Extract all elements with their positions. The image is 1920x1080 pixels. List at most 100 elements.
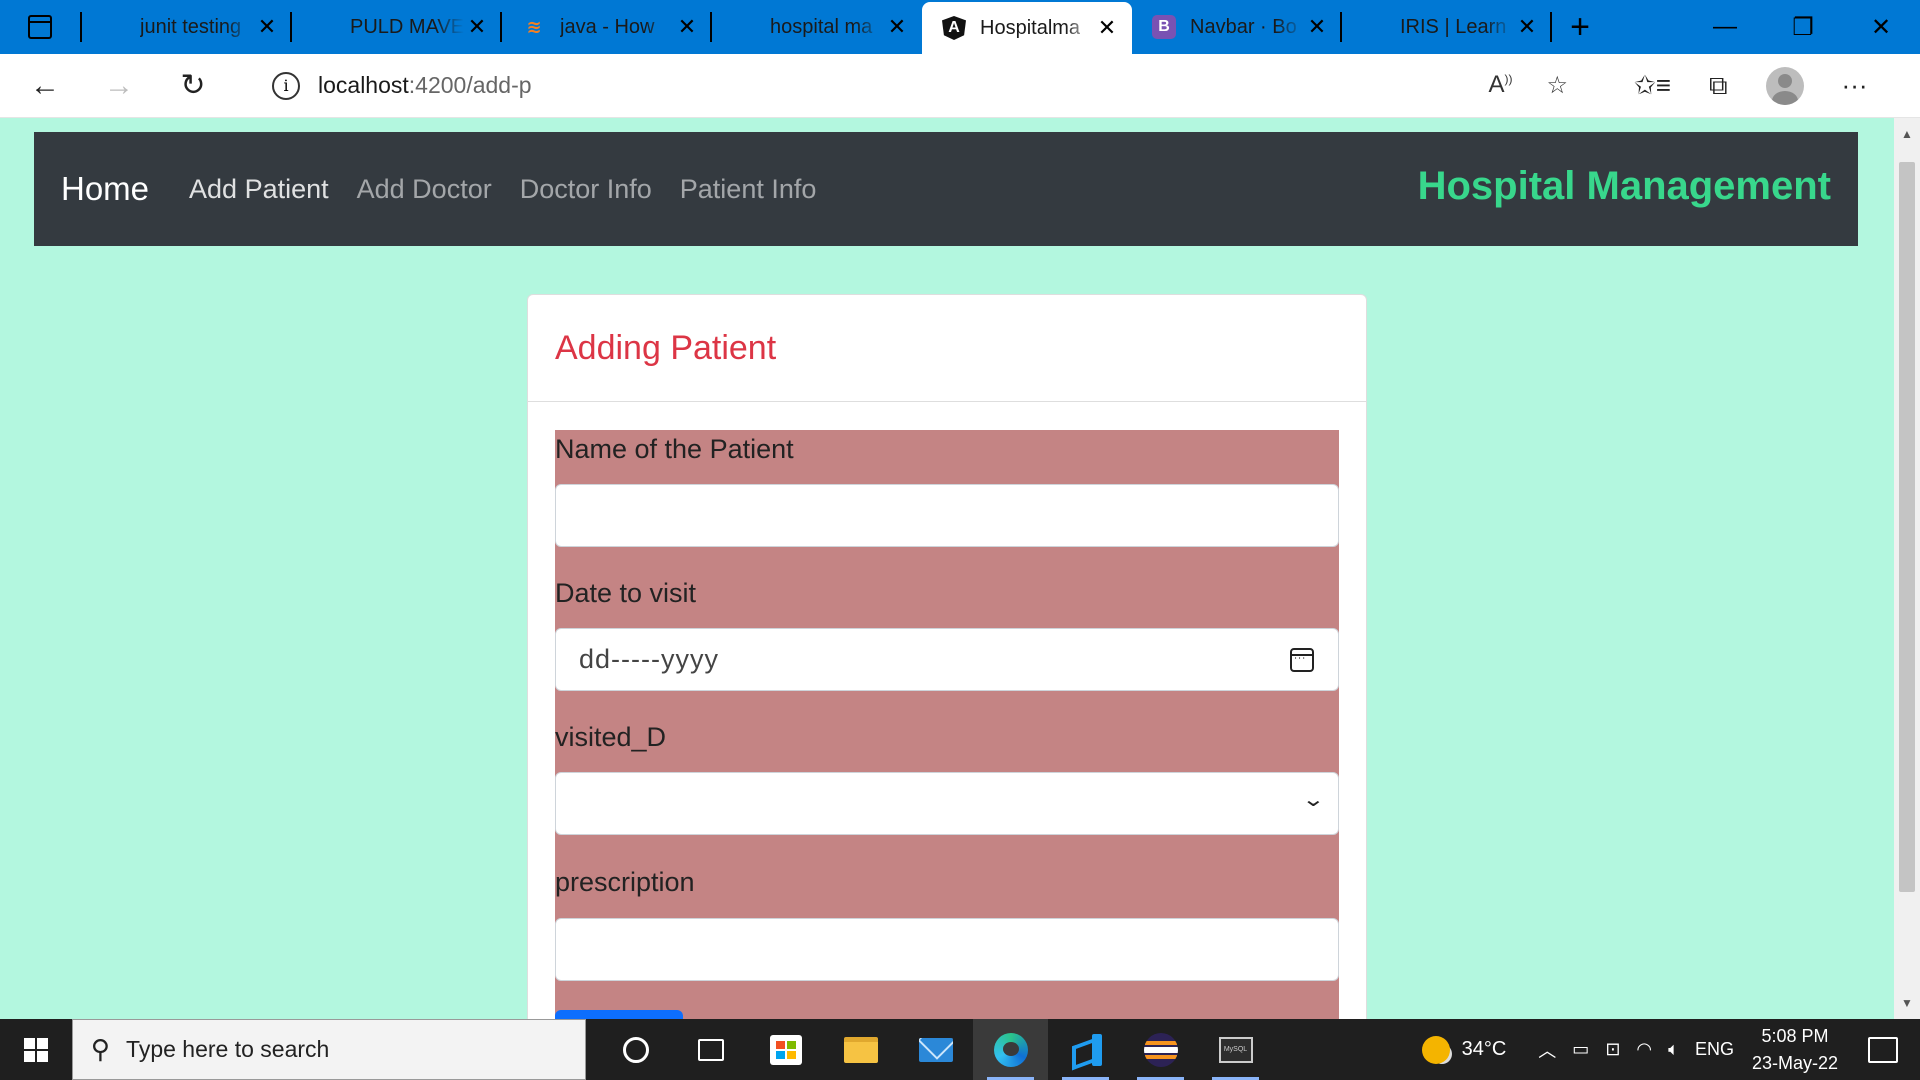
scrollbar-thumb[interactable] <box>1899 162 1915 892</box>
restore-button[interactable]: ❐ <box>1764 0 1842 54</box>
back-button[interactable]: ← <box>16 64 74 108</box>
weather-icon[interactable] <box>1421 1035 1450 1064</box>
close-tab-icon[interactable]: ✕ <box>1094 15 1120 41</box>
system-tray: 34°C ︿ ▭ ⊡ ◠ 🔈︎ ENG 5:08 PM 23-May-22 <box>1421 1023 1920 1077</box>
nav-link-add-doctor[interactable]: Add Doctor <box>357 174 492 205</box>
cortana-button[interactable] <box>598 1019 673 1080</box>
tab-favicon-icon <box>102 15 126 39</box>
vscode-button[interactable] <box>1048 1019 1123 1080</box>
tab-title: PULD MAVEN <box>350 15 464 38</box>
chevron-down-icon: ⌄ <box>1301 789 1326 811</box>
device-icon[interactable]: ⊡ <box>1605 1039 1620 1060</box>
show-hidden-icons-chevron-icon[interactable]: ︿ <box>1538 1037 1556 1063</box>
weather-temperature[interactable]: 34°C <box>1462 1038 1507 1061</box>
more-options-icon[interactable]: ··· <box>1842 70 1868 101</box>
refresh-button[interactable]: ↻ <box>164 64 222 108</box>
collections-icon[interactable]: ⧉ <box>1709 70 1728 102</box>
prescription-label: prescription <box>555 867 695 897</box>
profile-avatar[interactable] <box>1765 66 1804 105</box>
visit-date-label: Date to visit <box>555 578 697 608</box>
close-window-button[interactable]: ✕ <box>1842 0 1920 54</box>
tab-title: junit testing <box>140 15 242 38</box>
close-tab-icon[interactable]: ✕ <box>1514 14 1540 40</box>
tab-actions-icon <box>28 15 52 39</box>
site-info-icon[interactable]: i <box>272 71 300 100</box>
edge-button[interactable] <box>973 1019 1048 1080</box>
scroll-down-arrow-icon[interactable]: ▼ <box>1894 991 1920 1015</box>
address-bar[interactable]: i localhost:4200/add-p A)) ☆ <box>248 62 1604 109</box>
browser-tab-strip: junit testing ✕ PULD MAVEN ✕ ≋ java - Ho… <box>0 0 1920 54</box>
close-tab-icon[interactable]: ✕ <box>254 14 280 40</box>
page-viewport: Home Add Patient Add Doctor Doctor Info … <box>0 118 1894 1019</box>
task-view-button[interactable] <box>673 1019 748 1080</box>
nav-home-link[interactable]: Home <box>61 170 149 208</box>
visit-date-input[interactable]: dd-----yyyy <box>555 628 1339 691</box>
forward-button[interactable]: → <box>90 64 148 108</box>
windows-taskbar: ⚲ Type here to search MySQL 34°C ︿ ▭ ⊡ ◠… <box>0 1019 1920 1080</box>
card-header: Adding Patient <box>528 295 1366 402</box>
start-button[interactable] <box>0 1019 72 1080</box>
browser-tab-hospital[interactable]: hospital ma ✕ <box>712 0 922 54</box>
windows-logo-icon <box>24 1037 48 1062</box>
read-aloud-icon[interactable]: A)) <box>1488 71 1512 100</box>
bootstrap-favicon-icon: B <box>1152 15 1176 39</box>
browser-tab-navbar[interactable]: B Navbar · Bo ✕ <box>1132 0 1342 54</box>
visited-doctor-select[interactable]: ⌄ <box>555 772 1339 835</box>
browser-tab-junit[interactable]: junit testing ✕ <box>82 0 292 54</box>
new-tab-button[interactable]: + <box>1552 0 1608 54</box>
notification-center-icon[interactable] <box>1868 1036 1898 1063</box>
close-tab-icon[interactable]: ✕ <box>464 14 490 40</box>
close-tab-icon[interactable]: ✕ <box>884 14 910 40</box>
prescription-input[interactable] <box>555 918 1339 981</box>
tab-actions-button[interactable] <box>0 0 80 54</box>
eclipse-button[interactable] <box>1123 1019 1198 1080</box>
window-controls: — ❐ ✕ <box>1686 0 1920 54</box>
close-tab-icon[interactable]: ✕ <box>674 14 700 40</box>
browser-tab-puld-maven[interactable]: PULD MAVEN ✕ <box>292 0 502 54</box>
volume-icon[interactable]: 🔈︎ <box>1668 1039 1679 1060</box>
date-placeholder: dd-----yyyy <box>579 644 719 674</box>
browser-tab-java[interactable]: ≋ java - How ✕ <box>502 0 712 54</box>
clock[interactable]: 5:08 PM 23-May-22 <box>1752 1023 1838 1077</box>
microsoft-store-icon <box>769 1034 802 1065</box>
search-icon: ⚲ <box>91 1034 111 1064</box>
patient-name-input[interactable] <box>555 484 1339 547</box>
close-tab-icon[interactable]: ✕ <box>1304 14 1330 40</box>
mail-icon <box>918 1037 953 1062</box>
store-button[interactable] <box>748 1019 823 1080</box>
taskbar-search-box[interactable]: ⚲ Type here to search <box>72 1019 586 1080</box>
battery-icon[interactable]: ▭ <box>1572 1039 1589 1060</box>
file-explorer-button[interactable] <box>823 1019 898 1080</box>
browser-tab-iris[interactable]: IRIS | Learn ✕ <box>1342 0 1552 54</box>
minimize-button[interactable]: — <box>1686 0 1764 54</box>
nav-link-add-patient[interactable]: Add Patient <box>189 174 329 205</box>
task-view-icon <box>697 1038 724 1061</box>
tab-title: hospital ma <box>770 15 873 38</box>
eclipse-icon <box>1143 1032 1178 1067</box>
visited-doctor-label: visited_D <box>555 722 667 752</box>
clock-date: 23-May-22 <box>1751 1052 1838 1073</box>
mysql-icon: MySQL <box>1218 1036 1253 1063</box>
wifi-icon[interactable]: ◠ <box>1636 1039 1652 1060</box>
calendar-icon[interactable] <box>1290 648 1314 672</box>
file-explorer-icon <box>843 1036 878 1063</box>
submit-button[interactable] <box>555 1010 683 1019</box>
favorites-icon[interactable]: ✩≡ <box>1634 70 1671 101</box>
nav-link-patient-info[interactable]: Patient Info <box>680 174 817 205</box>
edge-icon <box>993 1032 1028 1067</box>
mysql-button[interactable]: MySQL <box>1198 1019 1273 1080</box>
vscode-icon <box>1070 1033 1102 1066</box>
url-text[interactable]: localhost:4200/add-p <box>318 72 532 99</box>
page-scrollbar[interactable]: ▲ ▼ <box>1894 118 1920 1019</box>
stackoverflow-favicon-icon: ≋ <box>526 16 542 37</box>
form-heading: Adding Patient <box>555 328 777 367</box>
tab-favicon-icon <box>1362 15 1386 39</box>
nav-link-doctor-info[interactable]: Doctor Info <box>520 174 652 205</box>
browser-tab-hospitalma-active[interactable]: A Hospitalma ✕ <box>922 2 1132 54</box>
tab-title: IRIS | Learn <box>1400 15 1507 38</box>
scroll-up-arrow-icon[interactable]: ▲ <box>1894 122 1920 146</box>
add-favorite-icon[interactable]: ☆ <box>1546 71 1568 100</box>
mail-button[interactable] <box>898 1019 973 1080</box>
tab-title: Hospitalma <box>980 16 1081 39</box>
language-indicator[interactable]: ENG <box>1695 1039 1734 1060</box>
